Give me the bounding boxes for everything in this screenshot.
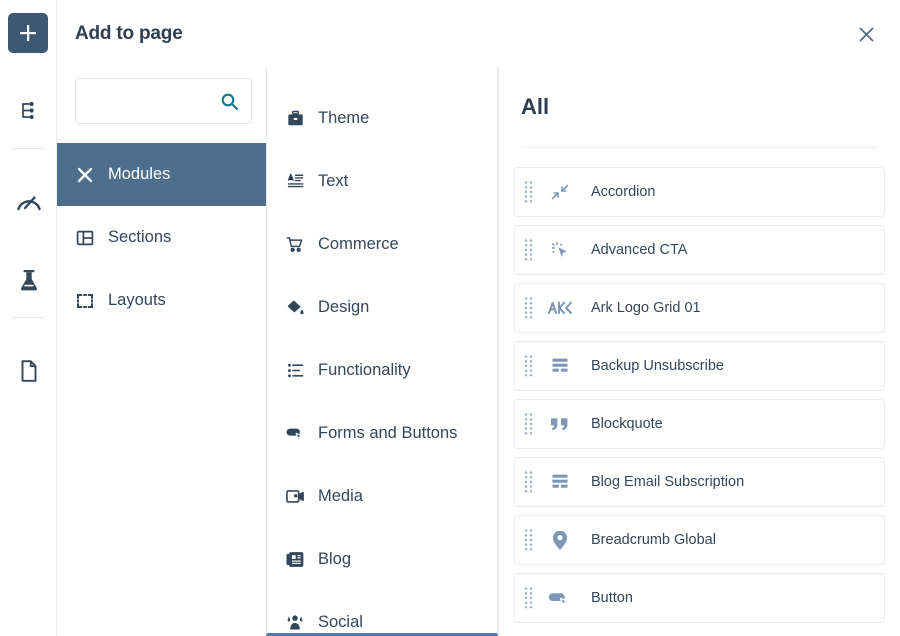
list-item-label: Blockquote — [591, 416, 663, 432]
cart-icon — [285, 235, 305, 255]
rail-divider-1 — [11, 148, 45, 149]
drag-handle-icon[interactable] — [515, 284, 541, 332]
performance-gauge-icon — [16, 190, 42, 219]
paint-bucket-icon — [285, 298, 305, 318]
add-to-page-modal: Add to page Modules Sections Layouts The… — [57, 0, 900, 636]
list-item[interactable]: Button — [514, 573, 885, 623]
rail-item-experiments[interactable] — [0, 254, 57, 310]
list-item-label: Button — [591, 590, 633, 606]
site-tree-icon — [18, 100, 40, 127]
drag-handle-icon[interactable] — [515, 458, 541, 506]
drag-handle-icon[interactable] — [515, 400, 541, 448]
list-settings-icon — [285, 361, 305, 381]
sidebar-item-modules[interactable]: Modules — [57, 143, 266, 206]
app-root: Templates nucleon. Advanced modules Nucl… — [0, 0, 900, 636]
form-rows-icon — [543, 354, 577, 378]
category-item-social[interactable]: Social — [267, 591, 497, 633]
category-item-label: Blog — [318, 550, 352, 568]
category-item-forms-and-buttons[interactable]: Forms and Buttons — [267, 402, 497, 465]
blog-icon — [285, 550, 305, 570]
close-icon — [859, 27, 873, 41]
button-cursor-icon — [285, 424, 305, 444]
category-item-label: Design — [318, 298, 370, 316]
button-cursor-icon — [543, 586, 577, 610]
module-list-title: All — [521, 94, 550, 119]
sparkle-cursor-icon — [543, 238, 577, 262]
category-item-text[interactable]: Text — [267, 150, 497, 213]
module-list-column: All Accordion Advanced CTA Ark Logo Grid… — [498, 67, 900, 636]
category-item-label: Functionality — [318, 361, 411, 379]
list-item[interactable]: Breadcrumb Global — [514, 515, 885, 565]
modal-body: Modules Sections Layouts Theme Text Comm… — [57, 67, 900, 636]
add-plus-button[interactable] — [8, 13, 48, 53]
sections-icon — [75, 228, 95, 248]
page-document-icon — [19, 359, 39, 388]
modules-icon — [75, 165, 95, 185]
rail-divider-2 — [11, 317, 45, 318]
drag-handle-icon[interactable] — [515, 342, 541, 390]
rail-item-performance[interactable] — [0, 176, 57, 232]
list-item-label: Accordion — [591, 184, 656, 200]
sidebar-item-sections[interactable]: Sections — [57, 206, 266, 269]
plus-icon — [20, 25, 36, 41]
category-item-label: Social — [318, 613, 363, 631]
sidebar-item-label: Modules — [108, 165, 171, 183]
list-item-label: Breadcrumb Global — [591, 532, 716, 548]
category-column: Theme Text Commerce Design Functionality… — [266, 67, 498, 636]
rail-item-site-tree[interactable] — [0, 85, 57, 141]
flask-icon — [18, 268, 40, 297]
category-item-functionality[interactable]: Functionality — [267, 339, 497, 402]
list-item-label: Backup Unsubscribe — [591, 358, 724, 374]
type-nav-list: Modules Sections Layouts — [57, 143, 266, 332]
category-item-label: Media — [318, 487, 363, 505]
media-icon — [285, 487, 305, 507]
list-item[interactable]: Ark Logo Grid 01 — [514, 283, 885, 333]
map-pin-icon — [543, 528, 577, 552]
list-item-label: Ark Logo Grid 01 — [591, 300, 701, 316]
layouts-icon — [75, 291, 95, 311]
category-item-commerce[interactable]: Commerce — [267, 213, 497, 276]
close-button[interactable] — [854, 22, 878, 46]
type-nav-column: Modules Sections Layouts — [57, 67, 309, 636]
category-item-label: Theme — [318, 109, 370, 127]
drag-handle-icon[interactable] — [515, 574, 541, 622]
drag-handle-icon[interactable] — [515, 226, 541, 274]
category-item-label: Text — [318, 172, 349, 190]
list-item[interactable]: Blockquote — [514, 399, 885, 449]
page-title: Add to page — [75, 23, 183, 44]
modal-header: Add to page — [57, 0, 900, 67]
sidebar-item-label: Sections — [108, 228, 172, 246]
list-item[interactable]: Blog Email Subscription — [514, 457, 885, 507]
category-item-label: Commerce — [318, 235, 399, 253]
module-list: Accordion Advanced CTA Ark Logo Grid 01 … — [512, 167, 887, 623]
list-item[interactable]: Advanced CTA — [514, 225, 885, 275]
sidebar-item-label: Layouts — [108, 291, 166, 309]
rail-item-page[interactable] — [0, 345, 57, 401]
list-item-label: Advanced CTA — [591, 242, 688, 258]
drag-handle-icon[interactable] — [515, 516, 541, 564]
category-item-media[interactable]: Media — [267, 465, 497, 528]
text-icon — [285, 172, 305, 192]
search-box[interactable] — [75, 78, 309, 124]
left-icon-rail — [0, 0, 57, 636]
drag-handle-icon[interactable] — [515, 168, 541, 216]
category-item-design[interactable]: Design — [267, 276, 497, 339]
list-item-label: Blog Email Subscription — [591, 474, 745, 490]
search-input[interactable] — [76, 79, 309, 123]
list-item[interactable]: Accordion — [514, 167, 885, 217]
category-item-blog[interactable]: Blog — [267, 528, 497, 591]
category-item-label: Forms and Buttons — [318, 424, 458, 442]
form-rows-icon — [543, 470, 577, 494]
module-list-divider — [521, 147, 878, 148]
list-item[interactable]: Backup Unsubscribe — [514, 341, 885, 391]
collapse-arrows-icon — [543, 180, 577, 204]
quote-icon — [543, 412, 577, 436]
search-icon[interactable] — [219, 91, 239, 111]
ark-logo-icon — [543, 296, 577, 320]
sidebar-item-layouts[interactable]: Layouts — [57, 269, 266, 332]
social-icon — [285, 613, 305, 633]
